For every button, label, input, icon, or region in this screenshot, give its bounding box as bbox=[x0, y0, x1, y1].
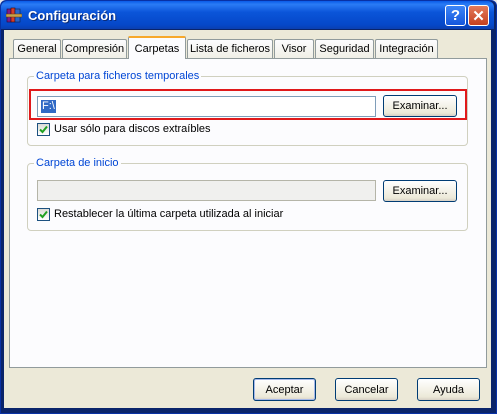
checkmark-icon bbox=[39, 210, 48, 219]
start-folder-path-input[interactable] bbox=[37, 180, 376, 201]
window-title: Configuración bbox=[28, 8, 117, 23]
title-close-button[interactable]: ✕ bbox=[468, 5, 489, 26]
tab-general[interactable]: General bbox=[13, 39, 61, 58]
cancel-button[interactable]: Cancelar bbox=[335, 378, 398, 401]
start-folder-browse-button[interactable]: Examinar... bbox=[383, 180, 457, 202]
question-icon: ? bbox=[450, 7, 461, 24]
tab-compresion[interactable]: Compresión bbox=[62, 39, 127, 58]
accept-button[interactable]: Aceptar bbox=[253, 378, 316, 401]
tab-seguridad[interactable]: Seguridad bbox=[315, 39, 374, 58]
start-folder-legend: Carpeta de inicio bbox=[34, 157, 121, 169]
removable-only-label[interactable]: Usar sólo para discos extraíbles bbox=[54, 123, 211, 135]
tab-visor[interactable]: Visor bbox=[274, 39, 314, 58]
close-icon: ✕ bbox=[472, 7, 485, 25]
help-button[interactable]: Ayuda bbox=[417, 378, 480, 401]
title-help-button[interactable]: ? bbox=[445, 5, 466, 26]
checkmark-icon bbox=[39, 125, 48, 134]
title-bar[interactable]: Configuración bbox=[1, 1, 494, 29]
highlight-box bbox=[29, 89, 467, 120]
tab-carpetas[interactable]: Carpetas bbox=[128, 36, 186, 59]
temp-folder-legend: Carpeta para ficheros temporales bbox=[34, 70, 202, 82]
removable-only-checkbox[interactable] bbox=[37, 123, 50, 136]
tab-lista-de-ficheros[interactable]: Lista de ficheros bbox=[187, 39, 273, 58]
restore-last-folder-checkbox[interactable] bbox=[37, 208, 50, 221]
tab-integracion[interactable]: Integración bbox=[375, 39, 438, 58]
restore-last-folder-label[interactable]: Restablecer la última carpeta utilizada … bbox=[54, 208, 283, 220]
winrar-books-icon bbox=[5, 7, 23, 23]
